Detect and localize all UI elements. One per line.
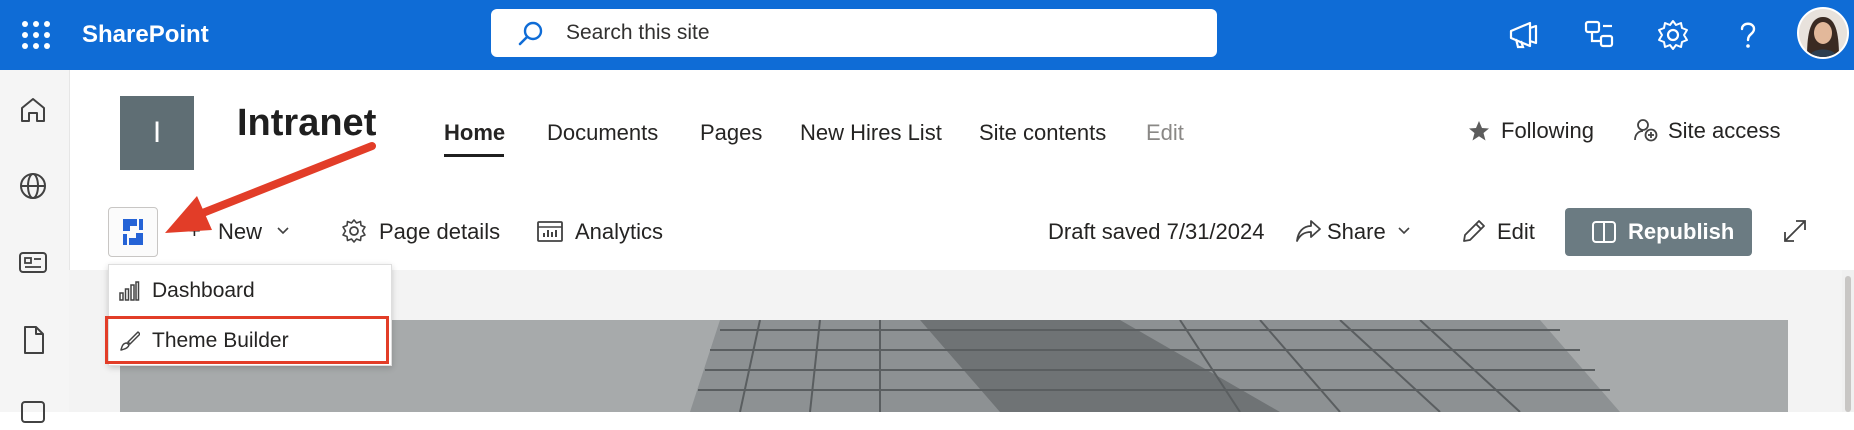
app-brand[interactable]: SharePoint	[82, 0, 209, 70]
nav-home[interactable]: Home	[444, 120, 505, 146]
nav-site-contents[interactable]: Site contents	[979, 120, 1106, 146]
nav-active-indicator	[444, 154, 504, 157]
menu-item-label: Dashboard	[152, 279, 255, 302]
home-icon[interactable]	[17, 94, 49, 126]
document-icon[interactable]	[17, 324, 49, 356]
analytics-icon[interactable]	[536, 217, 564, 245]
expand-icon[interactable]	[1781, 217, 1809, 245]
help-icon[interactable]	[1730, 17, 1766, 53]
gear-icon[interactable]	[1655, 17, 1691, 53]
site-logo[interactable]: I	[120, 96, 194, 170]
news-icon[interactable]	[17, 246, 49, 278]
highlight-box	[105, 316, 389, 364]
waffle-icon[interactable]	[18, 17, 54, 53]
pencil-icon[interactable]	[1460, 217, 1488, 245]
edit-button[interactable]: Edit	[1497, 219, 1535, 245]
scrollbar-thumb[interactable]	[1845, 276, 1851, 412]
analytics-button[interactable]: Analytics	[575, 219, 663, 245]
megaphone-icon[interactable]	[1506, 17, 1542, 53]
site-title[interactable]: Intranet	[237, 102, 376, 145]
site-access-button[interactable]: Site access	[1668, 118, 1781, 144]
republish-label: Republish	[1628, 219, 1735, 244]
following-button[interactable]: Following	[1501, 118, 1594, 144]
avatar[interactable]	[1797, 7, 1849, 59]
bar-chart-icon	[118, 280, 140, 302]
search-icon	[517, 20, 545, 48]
app-launcher-button[interactable]	[108, 207, 158, 257]
suite-header: SharePoint Search this site	[0, 0, 1854, 70]
book-open-icon	[1591, 219, 1617, 245]
share-icon[interactable]	[1294, 217, 1322, 245]
scrollbar[interactable]	[1842, 270, 1854, 412]
share-button[interactable]: Share	[1327, 219, 1386, 245]
star-icon[interactable]	[1467, 119, 1491, 143]
search-box[interactable]: Search this site	[491, 9, 1217, 57]
search-input[interactable]: Search this site	[566, 9, 710, 57]
draft-status: Draft saved 7/31/2024	[1048, 219, 1265, 244]
nav-pages[interactable]: Pages	[700, 120, 762, 146]
more-icon[interactable]	[17, 398, 49, 430]
menu-item-dashboard[interactable]: Dashboard	[109, 267, 391, 315]
site-access-icon[interactable]	[1633, 117, 1659, 143]
page-details-button[interactable]: Page details	[379, 219, 500, 245]
chevron-down-icon[interactable]	[275, 223, 291, 239]
globe-icon[interactable]	[17, 170, 49, 202]
gear-icon[interactable]	[340, 217, 368, 245]
plus-icon[interactable]: +	[188, 218, 201, 244]
org-chart-icon[interactable]	[1581, 17, 1617, 53]
nav-new-hires-list[interactable]: New Hires List	[800, 120, 942, 146]
new-button[interactable]: New	[218, 219, 262, 245]
nav-documents[interactable]: Documents	[547, 120, 658, 146]
republish-button[interactable]: Republish	[1565, 208, 1752, 256]
nav-edit-link[interactable]: Edit	[1146, 120, 1184, 146]
app-bar	[0, 70, 70, 423]
chevron-down-icon[interactable]	[1396, 223, 1412, 239]
